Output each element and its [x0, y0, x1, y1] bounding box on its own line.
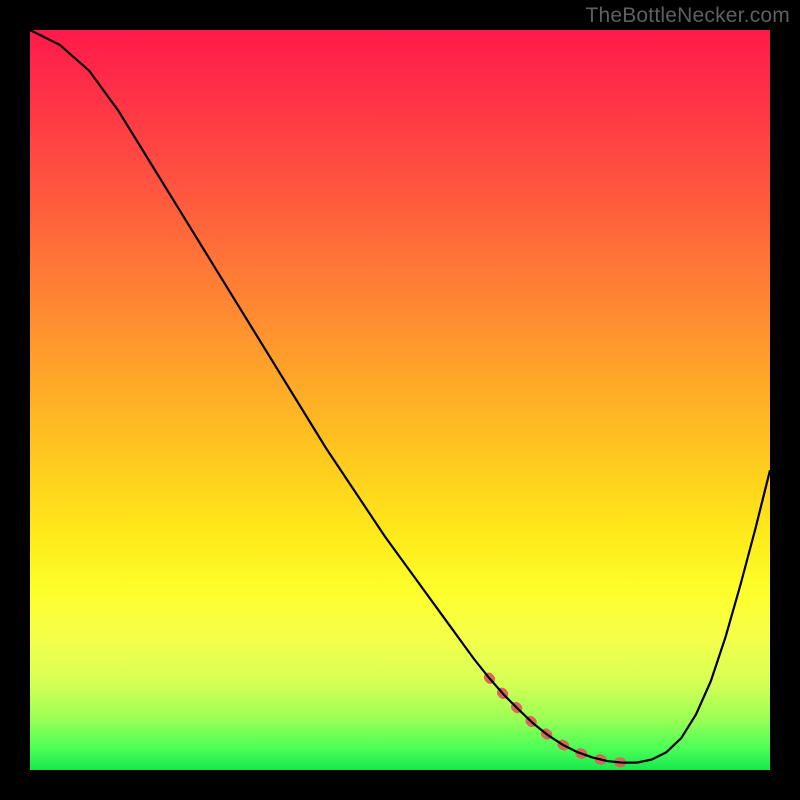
watermark-text: TheBottleNecker.com	[585, 4, 790, 28]
chart-frame: TheBottleNecker.com	[0, 0, 800, 800]
optimal-band	[489, 678, 637, 763]
bottleneck-curve	[30, 30, 770, 763]
plot-area	[30, 30, 770, 770]
curve-overlay	[30, 30, 770, 770]
